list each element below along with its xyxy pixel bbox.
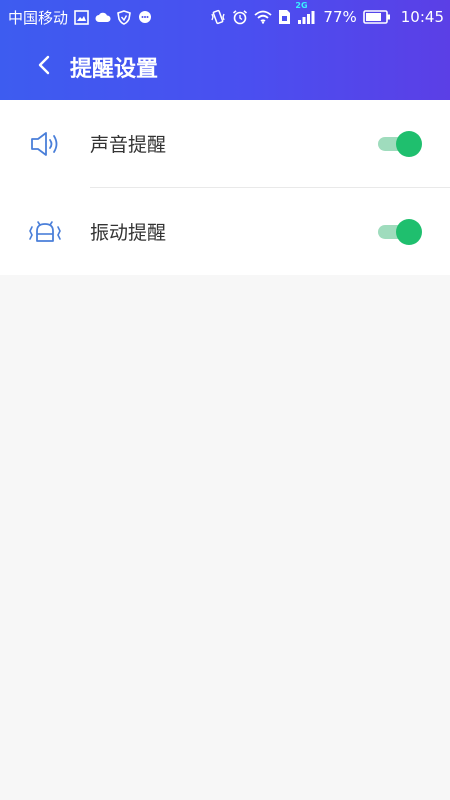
vibration-toggle[interactable] bbox=[378, 218, 422, 245]
shield-icon bbox=[117, 9, 131, 25]
wifi-icon bbox=[254, 10, 273, 24]
vibrate-icon bbox=[210, 9, 226, 25]
title-bar: 提醒设置 bbox=[0, 34, 450, 100]
settings-list: 声音提醒 振动提醒 bbox=[0, 100, 450, 275]
clock-time: 10:45 bbox=[400, 8, 444, 26]
setting-row-sound[interactable]: 声音提醒 bbox=[0, 100, 450, 187]
sim-icon bbox=[278, 9, 291, 25]
toggle-knob bbox=[396, 218, 422, 245]
status-bar-left: 中国移动 bbox=[8, 7, 153, 28]
chat-icon bbox=[137, 10, 153, 25]
battery-percent: 77% bbox=[323, 8, 357, 26]
app-header: 中国移动 2G 77% 10:45 提醒设置 bbox=[0, 0, 450, 100]
toggle-knob bbox=[396, 130, 422, 157]
vibration-icon bbox=[0, 217, 90, 247]
page-title: 提醒设置 bbox=[70, 57, 159, 82]
cloud-icon bbox=[95, 11, 111, 23]
carrier-name: 中国移动 bbox=[8, 8, 69, 27]
alarm-icon bbox=[232, 9, 248, 25]
chevron-left-icon bbox=[37, 54, 51, 80]
speaker-icon bbox=[0, 130, 90, 158]
signal-icon: 2G bbox=[295, 1, 315, 25]
setting-row-vibration[interactable]: 振动提醒 bbox=[0, 188, 450, 275]
status-bar-right: 2G 77% 10:45 bbox=[210, 1, 444, 26]
status-bar: 中国移动 2G 77% 10:45 bbox=[0, 0, 450, 34]
battery-icon bbox=[362, 10, 391, 24]
image-icon bbox=[74, 9, 89, 25]
network-type-badge: 2G bbox=[295, 0, 308, 10]
sound-toggle[interactable] bbox=[378, 130, 422, 157]
back-button[interactable] bbox=[0, 34, 70, 100]
